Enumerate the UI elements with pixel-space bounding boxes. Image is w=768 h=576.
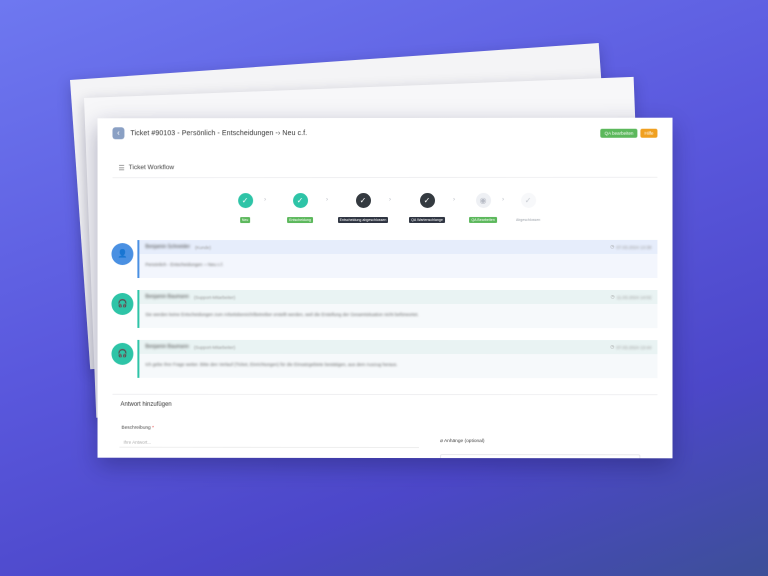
message-text: Ich gebe Ihre Frage weiter. Bitte den Ve… xyxy=(145,361,398,368)
message-item: 👤 Benjamin Schneider (Kunde) ◷ 07.03.2024… xyxy=(107,239,659,279)
message-role: (Support-Mitarbeiter) xyxy=(193,344,236,350)
attachments-label-text: Anhänge (optional) xyxy=(443,439,485,445)
clock-icon: ◷ xyxy=(610,294,615,300)
chevron-right-icon: › xyxy=(264,197,267,204)
help-badge[interactable]: Hilfe xyxy=(640,128,658,138)
message-item: 🎧 Benjamin Baumann (Support-Mitarbeiter)… xyxy=(107,339,659,379)
message-text: Persönlich - Entscheidungen -› Neu c.f. xyxy=(145,262,224,268)
ticket-header: ‹ Ticket #90103 - Persönlich - Entscheid… xyxy=(98,118,673,149)
check-icon: ✓ xyxy=(419,192,435,208)
workflow-step[interactable]: ✓ Abgeschlossen xyxy=(500,192,556,226)
ticket-card: ‹ Ticket #90103 - Persönlich - Entscheid… xyxy=(97,117,673,459)
step-label: Neu xyxy=(239,217,251,224)
step-label: Abgeschlossen xyxy=(515,217,541,222)
workflow-header: ☰ Ticket Workflow xyxy=(112,157,658,179)
check-icon: ✓ xyxy=(237,193,253,209)
reply-title: Antwort hinzufügen xyxy=(120,401,172,408)
message-time: 07.03.2024 13:44 xyxy=(616,344,652,350)
message-text: Sie werden keine Entscheidungen zum Arbe… xyxy=(145,311,419,318)
agent-icon: 🎧 xyxy=(111,342,134,365)
message-author: Benjamin Baumann xyxy=(145,343,189,350)
check-icon: ✓ xyxy=(520,192,536,208)
message-author: Benjamin Baumann xyxy=(145,293,189,300)
attachments-label: ⌀ Anhänge (optional) xyxy=(440,439,485,444)
message-role: (Kunde) xyxy=(194,244,211,250)
workflow-steps: ✓ Neu › ✓ Entscheidung › ✓ Entscheidung … xyxy=(217,192,540,233)
description-label-text: Beschreibung xyxy=(121,425,151,431)
workflow-title: Ticket Workflow xyxy=(128,164,175,172)
message-item: 🎧 Benjamin Baumann (Support-Mitarbeiter)… xyxy=(107,289,659,329)
check-icon: ✓ xyxy=(292,193,308,209)
eye-icon: ◉ xyxy=(475,192,491,208)
chevron-right-icon: › xyxy=(326,197,329,204)
step-label: Entscheidung abgeschlossen xyxy=(337,216,389,224)
clock-icon: ◷ xyxy=(610,344,615,350)
agent-icon: 🎧 xyxy=(111,292,134,315)
workflow-step[interactable]: ✓ QA Wartenschlange xyxy=(399,192,455,226)
chevron-right-icon: › xyxy=(388,196,392,203)
qa-status-badge[interactable]: QA bearbeiten xyxy=(600,128,638,138)
description-label: Beschreibung * xyxy=(121,426,153,431)
step-label: QA Wartenschlange xyxy=(409,216,445,223)
back-button[interactable]: ‹ xyxy=(112,127,125,140)
list-icon: ☰ xyxy=(118,164,125,172)
message-role: (Support-Mitarbeiter) xyxy=(193,294,236,300)
attachment-dropzone[interactable] xyxy=(440,454,641,459)
check-icon: ✓ xyxy=(355,193,371,209)
ticket-title: Ticket #90103 - Persönlich - Entscheidun… xyxy=(130,129,308,137)
message-author: Benjamin Schneider xyxy=(145,244,190,251)
clock-icon: ◷ xyxy=(610,243,615,249)
step-label: Entscheidung xyxy=(287,217,313,224)
message-time: 11.03.2024 14:02 xyxy=(616,294,652,300)
required-mark: * xyxy=(152,425,154,431)
workflow-step[interactable]: ✓ Entscheidung xyxy=(272,193,328,226)
description-input[interactable]: Ihre Antwort... xyxy=(119,437,420,449)
step-label: QA Bearbeiten xyxy=(469,216,497,223)
workflow-step[interactable]: ✓ Entscheidung abgeschlossen xyxy=(335,193,391,226)
paperclip-icon: ⌀ xyxy=(440,439,443,445)
message-time: 07.03.2024 13:38 xyxy=(616,244,652,250)
reply-section-header: Antwort hinzufügen xyxy=(112,393,658,415)
user-icon: 👤 xyxy=(111,243,134,266)
